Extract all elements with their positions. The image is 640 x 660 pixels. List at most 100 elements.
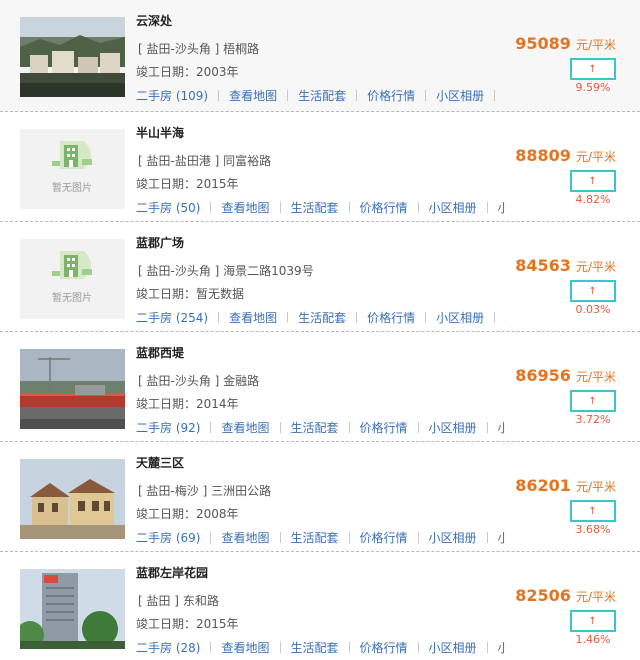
link-divider: [494, 90, 496, 101]
price-unit: 元/平米: [575, 590, 616, 604]
price-unit: 元/平米: [575, 150, 616, 164]
community-address: [ 盐田-沙头角 ] 梧桐路: [138, 40, 259, 57]
link-divider: [287, 312, 289, 323]
district-label[interactable]: [ 盐田-盐田港 ]: [138, 154, 219, 168]
district-label[interactable]: [ 盐田-沙头角 ]: [138, 374, 219, 388]
built-value: 2014年: [196, 397, 239, 411]
no-image-label: 暂无图片: [52, 181, 92, 194]
community-name[interactable]: 蓝郡广场: [136, 234, 184, 251]
built-date: 竣工日期：2015年: [136, 615, 239, 632]
district-label[interactable]: [ 盐田-梅沙 ]: [138, 484, 207, 498]
district-label[interactable]: [ 盐田-沙头角 ]: [138, 264, 219, 278]
link-life[interactable]: 生活配套: [298, 311, 346, 325]
community-listing: 云深处 [ 盐田-沙头角 ] 梧桐路 竣工日期：2003年 二手房 (109) 查…: [0, 0, 640, 660]
built-prefix: 竣工日期：: [136, 287, 197, 301]
price-change-badge: ↑ 3.68%: [570, 500, 616, 536]
link-map[interactable]: 查看地图: [221, 531, 269, 545]
link-secondhand[interactable]: 二手房 (109): [136, 89, 208, 103]
listing-links: 二手房 (69) 查看地图 生活配套 价格行情 小区相册 小区: [136, 529, 506, 547]
built-prefix: 竣工日期：: [136, 617, 197, 631]
link-more[interactable]: 小区: [498, 421, 506, 435]
link-life[interactable]: 生活配套: [291, 641, 339, 655]
link-divider: [218, 90, 220, 101]
link-secondhand-label: 二手房: [136, 201, 173, 215]
secondhand-count: (69): [175, 531, 201, 545]
link-more[interactable]: 小区: [498, 201, 506, 215]
community-name[interactable]: 半山半海: [136, 124, 184, 141]
listing-photo[interactable]: [20, 17, 125, 97]
link-secondhand-label: 二手房: [136, 311, 173, 325]
listing-photo-placeholder[interactable]: 暂无图片: [20, 129, 125, 209]
link-secondhand[interactable]: 二手房 (69): [136, 531, 200, 545]
road-label: 三洲田公路: [211, 484, 272, 498]
listing-item: 云深处 [ 盐田-沙头角 ] 梧桐路 竣工日期：2003年 二手房 (109) 查…: [0, 0, 640, 112]
link-secondhand[interactable]: 二手房 (28): [136, 641, 200, 655]
link-more[interactable]: 小区: [505, 89, 506, 103]
listing-photo[interactable]: [20, 459, 125, 539]
price-value: 82506: [515, 586, 571, 605]
secondhand-count: (50): [175, 201, 201, 215]
listing-links: 二手房 (50) 查看地图 生活配套 价格行情 小区相册 小区: [136, 199, 506, 217]
listing-item: 蓝郡左岸花园 [ 盐田 ] 东和路 竣工日期：2015年 二手房 (28) 查看地…: [0, 552, 640, 660]
link-divider: [486, 532, 488, 543]
district-label[interactable]: [ 盐田 ]: [138, 594, 179, 608]
price-change-badge: ↑ 9.59%: [570, 58, 616, 94]
listing-photo-placeholder[interactable]: 暂无图片: [20, 239, 125, 319]
link-map[interactable]: 查看地图: [229, 311, 277, 325]
link-album[interactable]: 小区相册: [429, 421, 477, 435]
link-price[interactable]: 价格行情: [360, 641, 408, 655]
link-map[interactable]: 查看地图: [221, 641, 269, 655]
link-secondhand[interactable]: 二手房 (50): [136, 201, 200, 215]
listing-links: 二手房 (92) 查看地图 生活配套 价格行情 小区相册 小区: [136, 419, 506, 437]
district-label[interactable]: [ 盐田-沙头角 ]: [138, 42, 219, 56]
community-name[interactable]: 蓝郡左岸花园: [136, 564, 208, 581]
price-block: 95089 元/平米: [515, 34, 616, 53]
community-name[interactable]: 蓝郡西堤: [136, 344, 184, 361]
listing-photo[interactable]: [20, 569, 125, 649]
built-date: 竣工日期：暂无数据: [136, 285, 244, 302]
built-value: 2015年: [196, 177, 239, 191]
link-divider: [210, 532, 212, 543]
link-more[interactable]: 小区: [505, 311, 506, 325]
community-name[interactable]: 云深处: [136, 12, 172, 29]
up-arrow-icon: ↑: [588, 176, 597, 187]
link-album[interactable]: 小区相册: [429, 531, 477, 545]
link-life[interactable]: 生活配套: [298, 89, 346, 103]
price-unit: 元/平米: [575, 260, 616, 274]
link-map[interactable]: 查看地图: [221, 421, 269, 435]
link-price[interactable]: 价格行情: [367, 89, 415, 103]
link-price[interactable]: 价格行情: [367, 311, 415, 325]
link-life[interactable]: 生活配套: [291, 201, 339, 215]
link-map[interactable]: 查看地图: [221, 201, 269, 215]
link-divider: [348, 532, 350, 543]
link-more[interactable]: 小区: [498, 531, 506, 545]
listing-links: 二手房 (254) 查看地图 生活配套 价格行情 小区相册 小区: [136, 309, 506, 327]
built-date: 竣工日期：2008年: [136, 505, 239, 522]
listing-photo[interactable]: [20, 349, 125, 429]
link-divider: [210, 422, 212, 433]
built-value: 2008年: [196, 507, 239, 521]
link-album[interactable]: 小区相册: [429, 641, 477, 655]
listing-links: 二手房 (109) 查看地图 生活配套 价格行情 小区相册 小区: [136, 87, 506, 105]
link-life[interactable]: 生活配套: [291, 531, 339, 545]
link-map[interactable]: 查看地图: [229, 89, 277, 103]
community-address: [ 盐田-沙头角 ] 海景二路1039号: [138, 262, 314, 279]
link-divider: [348, 642, 350, 653]
listing-item: 暂无图片 半山半海 [ 盐田-盐田港 ] 同富裕路 竣工日期：2015年 二手房…: [0, 112, 640, 222]
link-secondhand[interactable]: 二手房 (92): [136, 421, 200, 435]
link-more[interactable]: 小区: [498, 641, 506, 655]
community-name[interactable]: 天麓三区: [136, 454, 184, 471]
link-secondhand-label: 二手房: [136, 89, 173, 103]
link-divider: [356, 90, 358, 101]
price-change-badge: ↑ 4.82%: [570, 170, 616, 206]
link-price[interactable]: 价格行情: [360, 201, 408, 215]
link-album[interactable]: 小区相册: [436, 89, 484, 103]
link-album[interactable]: 小区相册: [429, 201, 477, 215]
link-life[interactable]: 生活配套: [291, 421, 339, 435]
price-block: 82506 元/平米: [515, 586, 616, 605]
link-album[interactable]: 小区相册: [436, 311, 484, 325]
link-secondhand[interactable]: 二手房 (254): [136, 311, 208, 325]
link-price[interactable]: 价格行情: [360, 531, 408, 545]
link-price[interactable]: 价格行情: [360, 421, 408, 435]
price-change-badge: ↑ 3.72%: [570, 390, 616, 426]
